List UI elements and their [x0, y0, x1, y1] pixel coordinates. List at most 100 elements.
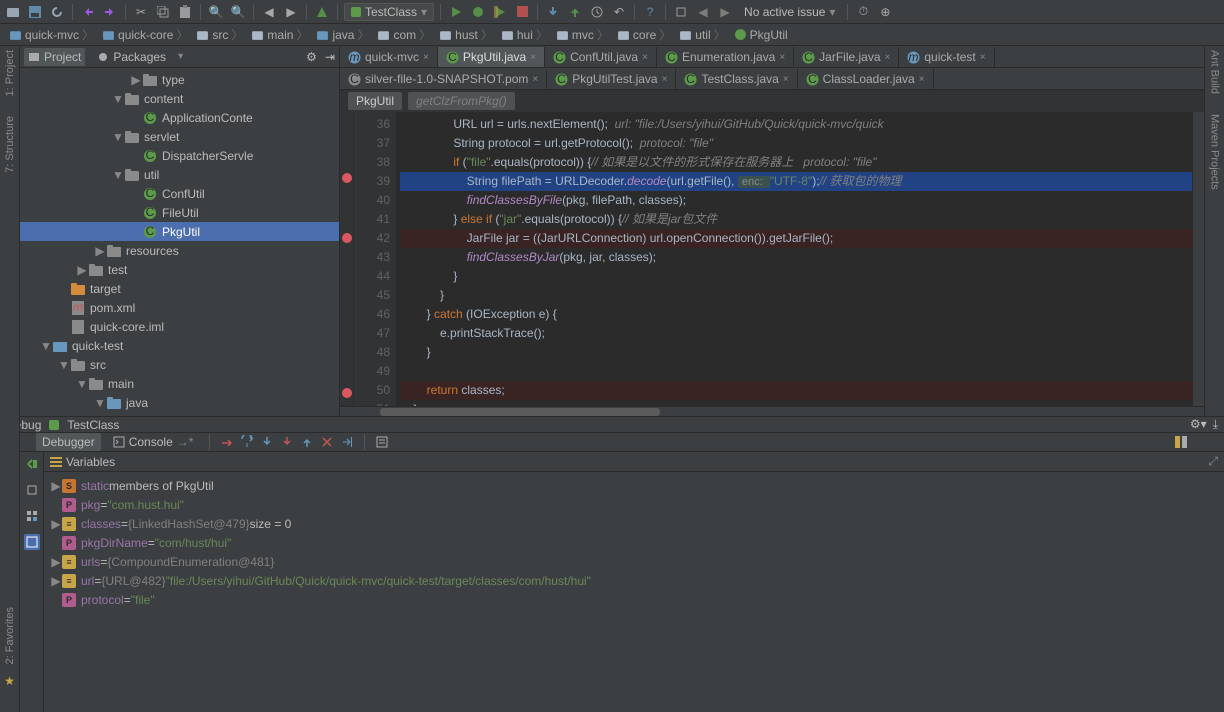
- redo-icon[interactable]: [101, 3, 119, 21]
- debug-layout-icon[interactable]: [1174, 435, 1188, 449]
- tree-item-servlet[interactable]: ▼servlet: [20, 127, 339, 146]
- replace-icon[interactable]: 🔍: [229, 3, 247, 21]
- task-dropdown[interactable]: No active issue ▾: [738, 4, 841, 20]
- run-icon[interactable]: [447, 3, 465, 21]
- tree-item-test[interactable]: ▶test: [20, 260, 339, 279]
- crumb-core[interactable]: core〉: [614, 26, 674, 43]
- crumb-mvc[interactable]: mvc〉: [553, 26, 612, 43]
- tree-item-pkgutil[interactable]: CPkgUtil: [20, 222, 339, 241]
- undo-icon[interactable]: [79, 3, 97, 21]
- help-icon[interactable]: ?: [641, 3, 659, 21]
- stop-icon[interactable]: [513, 3, 531, 21]
- frames-filter-icon[interactable]: [24, 534, 40, 550]
- build-icon[interactable]: [313, 3, 331, 21]
- editor-error-stripe[interactable]: [1192, 112, 1204, 406]
- tree-item-quick-core-iml[interactable]: quick-core.iml: [20, 317, 339, 336]
- task-icon[interactable]: [672, 3, 690, 21]
- task-next-icon[interactable]: ▶: [716, 3, 734, 21]
- tree-item-fileutil[interactable]: CFileUtil: [20, 203, 339, 222]
- copy-icon[interactable]: [154, 3, 172, 21]
- tree-item-util[interactable]: ▼util: [20, 165, 339, 184]
- step-into-icon[interactable]: [260, 435, 274, 449]
- panel-tab-project[interactable]: Project: [24, 48, 85, 66]
- crumb-hui[interactable]: hui〉: [498, 26, 551, 43]
- var-url[interactable]: ▶≡url = {URL@482} "file:/Users/yihui/Git…: [44, 571, 1224, 590]
- force-step-into-icon[interactable]: [280, 435, 294, 449]
- editor-horizontal-scrollbar[interactable]: [340, 406, 1204, 416]
- vcs-revert-icon[interactable]: ↶: [610, 3, 628, 21]
- tool-maven[interactable]: Maven Projects: [1209, 114, 1221, 190]
- find-icon[interactable]: 🔍: [207, 3, 225, 21]
- task-add-icon[interactable]: ⊕: [876, 3, 894, 21]
- editor-tab-testclass-java[interactable]: CTestClass.java×: [676, 69, 797, 89]
- panel-tab-packages[interactable]: Packages: [93, 48, 170, 66]
- tree-item-type[interactable]: ▶type: [20, 70, 339, 89]
- crumb-hust[interactable]: hust〉: [436, 26, 496, 43]
- debug-settings-icon[interactable]: ⚙▾: [1190, 417, 1207, 432]
- vcs-update-icon[interactable]: [544, 3, 562, 21]
- crumb-com[interactable]: com〉: [374, 26, 434, 43]
- debug-pin-icon[interactable]: ⤓: [1213, 417, 1218, 432]
- paste-icon[interactable]: [176, 3, 194, 21]
- tree-item-content[interactable]: ▼content: [20, 89, 339, 108]
- var-urls[interactable]: ▶≡urls = {CompoundEnumeration@481}: [44, 552, 1224, 571]
- coverage-icon[interactable]: [491, 3, 509, 21]
- crumb-class[interactable]: PkgUtil: [348, 92, 402, 110]
- frames-more-icon[interactable]: [24, 508, 40, 524]
- save-icon[interactable]: [26, 3, 44, 21]
- cut-icon[interactable]: ✂: [132, 3, 150, 21]
- tree-item-java[interactable]: ▼java: [20, 393, 339, 412]
- editor-tab-quick-mvc[interactable]: mquick-mvc×: [340, 47, 438, 67]
- vars-restore-icon[interactable]: ⤢: [1208, 454, 1218, 469]
- editor-tab-jarfile-java[interactable]: CJarFile.java×: [794, 47, 899, 67]
- tree-item-src[interactable]: ▼src: [20, 355, 339, 374]
- open-icon[interactable]: [4, 3, 22, 21]
- task-prev-icon[interactable]: ◀: [694, 3, 712, 21]
- run-to-cursor-icon[interactable]: [340, 435, 354, 449]
- panel-collapse-icon[interactable]: ⇥: [325, 50, 335, 64]
- tree-item-dispatcherservle[interactable]: CDispatcherServle: [20, 146, 339, 165]
- task-timer-icon[interactable]: ⏱: [854, 3, 872, 21]
- editor-tab-silver-file-1-0-snapshot-pom[interactable]: Csilver-file-1.0-SNAPSHOT.pom×: [340, 69, 547, 89]
- var-pkg[interactable]: Ppkg = "com.hust.hui": [44, 495, 1224, 514]
- crumb-java[interactable]: java〉: [313, 26, 372, 43]
- step-over-show-icon[interactable]: [220, 435, 234, 449]
- crumb-pkgutil[interactable]: PkgUtil: [731, 28, 791, 42]
- variables-tree[interactable]: ▶Sstatic members of PkgUtilPpkg = "com.h…: [44, 472, 1224, 712]
- step-over-icon[interactable]: [240, 435, 254, 449]
- crumb-quick-mvc[interactable]: quick-mvc〉: [6, 26, 97, 43]
- breakpoint-gutter[interactable]: [340, 112, 354, 406]
- tree-item-target[interactable]: target: [20, 279, 339, 298]
- editor-tab-quick-test[interactable]: mquick-test×: [899, 47, 994, 67]
- var-protocol[interactable]: Pprotocol = "file": [44, 590, 1224, 609]
- tool-favorites[interactable]: 2: Favorites: [4, 607, 16, 664]
- tool-ant[interactable]: Ant Build: [1209, 50, 1221, 94]
- tree-item-quick-test[interactable]: ▼quick-test: [20, 336, 339, 355]
- tool-structure[interactable]: 7: Structure: [4, 116, 16, 173]
- project-tree[interactable]: ▶type▼contentCApplicationConte▼servletCD…: [20, 68, 339, 416]
- crumb-src[interactable]: src〉: [193, 26, 246, 43]
- drop-frame-icon[interactable]: [320, 435, 334, 449]
- evaluate-icon[interactable]: [375, 435, 389, 449]
- panel-settings-icon[interactable]: ⚙: [306, 50, 317, 64]
- vcs-commit-icon[interactable]: [566, 3, 584, 21]
- code-editor[interactable]: URL url = urls.nextElement(); url: "file…: [396, 112, 1192, 406]
- back-icon[interactable]: ◀: [260, 3, 278, 21]
- var-static[interactable]: ▶Sstatic members of PkgUtil: [44, 476, 1224, 495]
- tree-item-main[interactable]: ▼main: [20, 374, 339, 393]
- forward-icon[interactable]: ▶: [282, 3, 300, 21]
- crumb-quick-core[interactable]: quick-core〉: [99, 26, 191, 43]
- step-out-icon[interactable]: [300, 435, 314, 449]
- tree-item-confutil[interactable]: CConfUtil: [20, 184, 339, 203]
- crumb-main[interactable]: main〉: [248, 26, 311, 43]
- frames-restore-icon[interactable]: [24, 456, 40, 472]
- debug-tab-console[interactable]: Console →*: [107, 433, 200, 451]
- editor-tab-classloader-java[interactable]: CClassLoader.java×: [798, 69, 934, 89]
- tree-item-applicationconte[interactable]: CApplicationConte: [20, 108, 339, 127]
- frames-new-watch-icon[interactable]: [24, 482, 40, 498]
- var-classes[interactable]: ▶≡classes = {LinkedHashSet@479} size = 0: [44, 514, 1224, 533]
- tool-project[interactable]: 1: Project: [4, 50, 16, 96]
- crumb-method[interactable]: getClzFromPkg(): [408, 92, 515, 110]
- debug-icon[interactable]: [469, 3, 487, 21]
- vcs-history-icon[interactable]: [588, 3, 606, 21]
